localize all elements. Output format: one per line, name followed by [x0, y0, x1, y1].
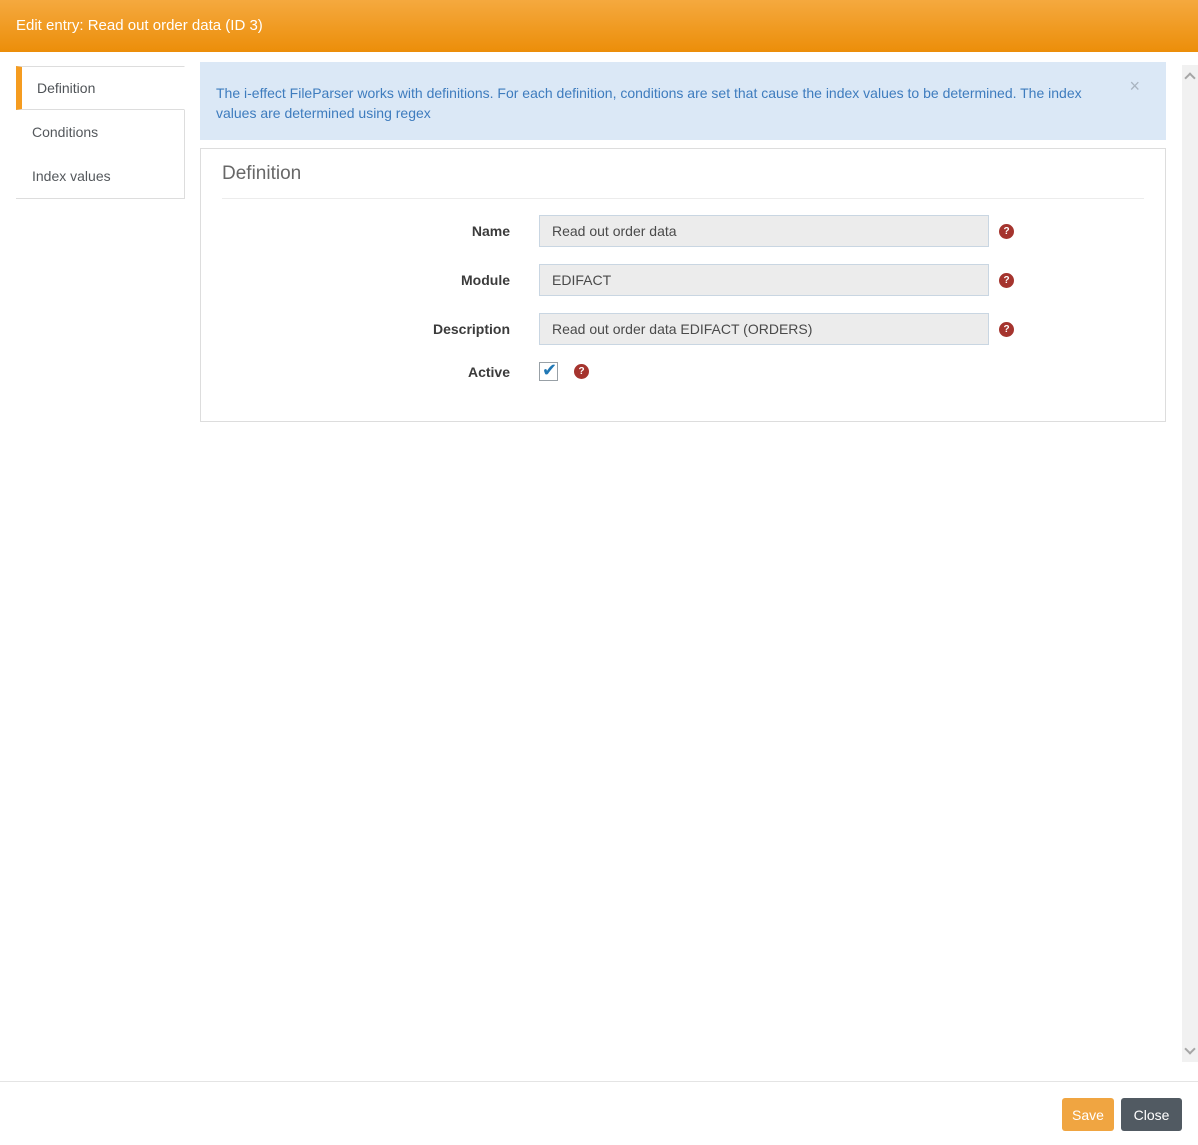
tab-index-values[interactable]: Index values: [16, 154, 185, 198]
tab-definition[interactable]: Definition: [16, 66, 185, 110]
close-button[interactable]: Close: [1121, 1098, 1182, 1131]
description-input[interactable]: [539, 313, 989, 345]
tab-conditions[interactable]: Conditions: [16, 110, 185, 154]
active-label: Active: [467, 363, 510, 380]
app-window: Edit entry: Read out order data (ID 3) D…: [0, 0, 1198, 1145]
name-input[interactable]: [539, 215, 989, 247]
active-checkbox[interactable]: ✔: [539, 359, 558, 381]
form-row-module: Module ?: [223, 264, 1165, 296]
scroll-up-icon[interactable]: [1184, 72, 1196, 84]
tab-conditions-label: Conditions: [32, 124, 99, 140]
header-bar: Edit entry: Read out order data (ID 3): [0, 0, 1198, 52]
scrollbar[interactable]: [1182, 65, 1198, 1062]
name-label: Name: [471, 223, 510, 239]
module-label: Module: [461, 272, 510, 288]
form-row-active: Active ✔ ?: [223, 359, 1165, 381]
help-icon[interactable]: ?: [999, 321, 1014, 337]
info-alert-text: The i-effect FileParser works with defin…: [216, 85, 1082, 121]
tab-index-values-label: Index values: [32, 168, 111, 184]
panel-title: Definition: [222, 163, 1144, 199]
help-icon[interactable]: ?: [574, 364, 589, 379]
tab-definition-label: Definition: [37, 80, 96, 96]
help-icon[interactable]: ?: [999, 272, 1014, 288]
footer-bar: Save Close: [0, 1081, 1198, 1145]
checkmark-icon: ✔: [541, 359, 558, 380]
form-row-name: Name ?: [223, 215, 1165, 247]
sidebar-tabs: Definition Conditions Index values: [16, 66, 185, 199]
form-row-description: Description ?: [223, 313, 1165, 345]
description-label: Description: [432, 321, 510, 337]
definition-panel: Definition Name ? Module ? Description ?…: [200, 148, 1166, 422]
close-icon[interactable]: ×: [1129, 77, 1140, 95]
info-alert: The i-effect FileParser works with defin…: [200, 62, 1166, 140]
module-input[interactable]: [539, 264, 989, 296]
save-button[interactable]: Save: [1062, 1098, 1114, 1131]
help-icon[interactable]: ?: [999, 223, 1014, 239]
definition-form: Name ? Module ? Description ? Active ✔ ?: [201, 215, 1165, 381]
page-title: Edit entry: Read out order data (ID 3): [16, 17, 263, 34]
scroll-down-icon[interactable]: [1184, 1043, 1196, 1055]
